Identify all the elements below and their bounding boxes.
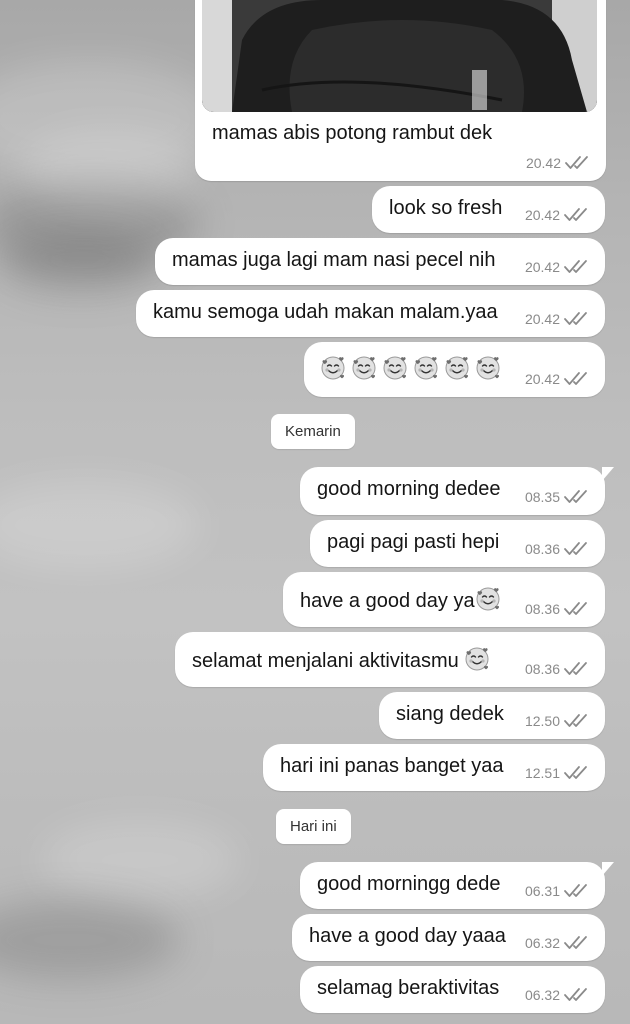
message-meta: 20.42 — [525, 259, 590, 275]
message-bubble[interactable]: siang dedek 12.50 — [379, 692, 605, 739]
message-time: 12.50 — [524, 713, 560, 729]
smiling-face-with-hearts-icon — [413, 355, 439, 381]
message-bubble[interactable]: have a good day ya 08.36 — [283, 572, 605, 627]
read-receipt-icon — [564, 489, 590, 505]
message-time: 08.36 — [524, 541, 560, 557]
read-receipt-icon — [564, 883, 590, 899]
read-receipt-icon — [564, 601, 590, 617]
message-text: mamas abis potong rambut dek — [212, 122, 493, 144]
read-receipt-icon — [564, 311, 590, 327]
message-meta: 08.36 — [525, 661, 590, 677]
message-bubble[interactable]: mamas juga lagi mam nasi pecel nih 20.42 — [155, 238, 605, 285]
message-bubble-emoji[interactable]: 20.42 — [304, 342, 605, 397]
message-bubble-photo[interactable]: mamas abis potong rambut dek 20.42 — [195, 0, 606, 181]
message-time: 08.36 — [524, 601, 560, 617]
message-text: have a good day ya — [300, 590, 475, 612]
smiling-face-with-hearts-icon — [382, 355, 408, 381]
message-time: 20.42 — [524, 371, 560, 387]
message-time: 06.32 — [524, 987, 560, 1003]
smiling-face-with-hearts-icon — [464, 646, 490, 672]
message-meta: 20.42 — [525, 311, 590, 327]
message-meta: 20.42 — [525, 371, 590, 387]
message-time: 08.35 — [524, 489, 560, 505]
message-text: look so fresh — [389, 197, 503, 219]
message-time: 06.32 — [524, 935, 560, 951]
message-meta: 08.36 — [525, 601, 590, 617]
message-text: good morning dedee — [317, 478, 501, 500]
date-divider-today: Hari ini — [276, 809, 351, 844]
message-meta: 20.42 — [526, 155, 591, 171]
message-bubble[interactable]: kamu semoga udah makan malam.yaa 20.42 — [136, 290, 605, 337]
message-text: hari ini panas banget yaa — [280, 755, 504, 777]
message-meta: 08.36 — [525, 541, 590, 557]
message-meta: 06.32 — [525, 987, 590, 1003]
read-receipt-icon — [564, 713, 590, 729]
message-meta: 08.35 — [525, 489, 590, 505]
message-text: selamag beraktivitas — [317, 977, 500, 999]
read-receipt-icon — [564, 987, 590, 1003]
message-bubble[interactable]: good morning dedee 08.35 — [300, 467, 614, 515]
read-receipt-icon — [564, 661, 590, 677]
date-divider-yesterday: Kemarin — [271, 414, 355, 449]
read-receipt-icon — [564, 541, 590, 557]
message-bubble[interactable]: good morningg dede 06.31 — [300, 862, 614, 909]
message-text: have a good day yaaa — [309, 925, 506, 947]
message-meta: 06.32 — [525, 935, 590, 951]
message-text-wrap: selamat menjalani aktivitasmu — [192, 646, 490, 673]
photo-attachment[interactable] — [202, 0, 597, 112]
message-time: 06.31 — [524, 883, 560, 899]
message-bubble[interactable]: selamat menjalani aktivitasmu 08.36 — [175, 632, 605, 687]
read-receipt-icon — [565, 155, 591, 171]
message-text: kamu semoga udah makan malam.yaa — [153, 301, 498, 323]
message-time: 20.42 — [524, 259, 560, 275]
emoji-row — [320, 355, 501, 381]
message-meta: 12.50 — [525, 713, 590, 729]
message-text: mamas juga lagi mam nasi pecel nih — [172, 249, 496, 271]
message-bubble[interactable]: pagi pagi pasti hepi 08.36 — [310, 520, 605, 567]
message-bubble[interactable]: hari ini panas banget yaa 12.51 — [263, 744, 605, 791]
smiling-face-with-hearts-icon — [320, 355, 346, 381]
message-bubble[interactable]: selamag beraktivitas 06.32 — [300, 966, 605, 1013]
smiling-face-with-hearts-icon — [475, 586, 501, 612]
message-text: selamat menjalani aktivitasmu — [192, 650, 465, 672]
message-meta: 06.31 — [525, 883, 590, 899]
message-text: pagi pagi pasti hepi — [327, 531, 500, 553]
message-time: 20.42 — [524, 207, 560, 223]
read-receipt-icon — [564, 371, 590, 387]
message-time: 20.42 — [524, 311, 560, 327]
photo-image — [202, 0, 597, 112]
message-text-wrap: have a good day ya — [300, 586, 501, 613]
read-receipt-icon — [564, 765, 590, 781]
smiling-face-with-hearts-icon — [444, 355, 470, 381]
read-receipt-icon — [564, 207, 590, 223]
message-time: 08.36 — [524, 661, 560, 677]
read-receipt-icon — [564, 259, 590, 275]
message-text: siang dedek — [396, 703, 504, 725]
message-text: good morningg dede — [317, 873, 501, 895]
message-meta: 20.42 — [525, 207, 590, 223]
smiling-face-with-hearts-icon — [351, 355, 377, 381]
message-meta: 12.51 — [525, 765, 590, 781]
read-receipt-icon — [564, 935, 590, 951]
message-bubble[interactable]: have a good day yaaa 06.32 — [292, 914, 605, 961]
smiling-face-with-hearts-icon — [475, 355, 501, 381]
message-time: 12.51 — [524, 765, 560, 781]
message-bubble[interactable]: look so fresh 20.42 — [372, 186, 605, 233]
message-time: 20.42 — [525, 155, 561, 171]
